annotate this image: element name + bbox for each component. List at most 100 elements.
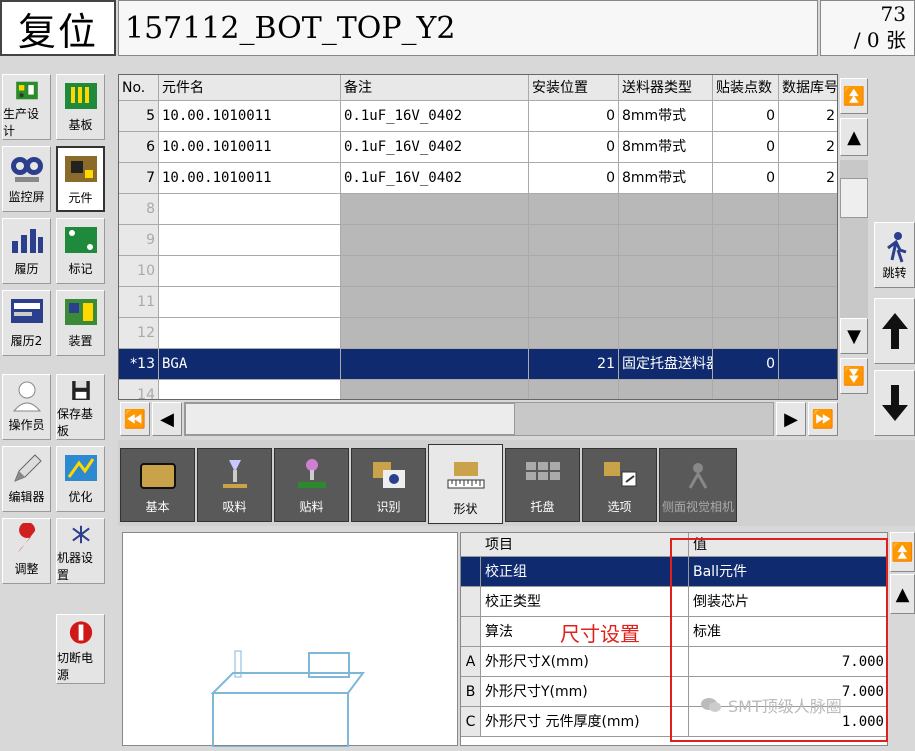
- table-cell-feeder[interactable]: 8mm带式: [619, 163, 713, 194]
- column-header[interactable]: 安装位置: [529, 75, 619, 101]
- vertical-scrollbar-track[interactable]: [840, 160, 868, 320]
- props-scroll-up-button[interactable]: ▲: [890, 574, 915, 614]
- table-cell-count[interactable]: [713, 256, 779, 287]
- table-cell-count[interactable]: [713, 380, 779, 399]
- table-cell-pos[interactable]: 0: [529, 163, 619, 194]
- sidebar-item-history[interactable]: 履历: [2, 218, 51, 284]
- table-cell-note[interactable]: [341, 318, 529, 349]
- table-cell-note[interactable]: 0.1uF_16V_0402: [341, 132, 529, 163]
- tab-side-view-camera[interactable]: 侧面视觉相机: [659, 448, 737, 522]
- horizontal-scrollbar-thumb[interactable]: [185, 403, 515, 435]
- table-cell-pos[interactable]: [529, 318, 619, 349]
- tab-recognition[interactable]: 识别: [351, 448, 426, 522]
- table-cell-note[interactable]: [341, 194, 529, 225]
- table-row[interactable]: 9: [119, 225, 837, 256]
- table-cell-note[interactable]: 0.1uF_16V_0402: [341, 101, 529, 132]
- table-cell-no[interactable]: 10: [119, 256, 159, 287]
- column-header[interactable]: 送料器类型: [619, 75, 713, 101]
- sidebar-item-operator[interactable]: 操作员: [2, 374, 51, 440]
- sidebar-item-editor[interactable]: 编辑器: [2, 446, 51, 512]
- table-cell-no[interactable]: 9: [119, 225, 159, 256]
- scroll-down-button[interactable]: ▼: [840, 318, 868, 354]
- table-cell-pos[interactable]: 0: [529, 101, 619, 132]
- column-header[interactable]: 备注: [341, 75, 529, 101]
- table-cell-pos[interactable]: 21: [529, 349, 619, 380]
- table-cell-name[interactable]: [159, 380, 341, 399]
- table-cell-no[interactable]: 12: [119, 318, 159, 349]
- table-cell-feeder[interactable]: [619, 194, 713, 225]
- table-cell-no[interactable]: 8: [119, 194, 159, 225]
- table-cell-name[interactable]: [159, 194, 341, 225]
- sidebar-item-component[interactable]: 元件: [56, 146, 105, 212]
- power-off-button[interactable]: 切断电源: [56, 614, 105, 684]
- table-cell-name[interactable]: BGA: [159, 349, 341, 380]
- table-cell-pos[interactable]: 0: [529, 132, 619, 163]
- sidebar-item-machine-settings[interactable]: 机器设置: [56, 518, 105, 584]
- table-cell-no[interactable]: 6: [119, 132, 159, 163]
- table-row[interactable]: 6 10.00.1010011 0.1uF_16V_0402 0 8mm带式 0 2: [119, 132, 837, 163]
- table-cell-no[interactable]: *13: [119, 349, 159, 380]
- sidebar-item-board[interactable]: 基板: [56, 74, 105, 140]
- table-row[interactable]: 5 10.00.1010011 0.1uF_16V_0402 0 8mm带式 0 2: [119, 101, 837, 132]
- table-cell-db[interactable]: [779, 225, 837, 256]
- vertical-scrollbar-thumb[interactable]: [840, 178, 868, 218]
- scroll-top-button[interactable]: ⏫: [840, 78, 868, 114]
- column-header[interactable]: 数据库号: [779, 75, 837, 101]
- horizontal-scrollbar-track[interactable]: [184, 402, 774, 436]
- reset-button[interactable]: 复位: [0, 0, 116, 56]
- table-cell-feeder[interactable]: 固定托盘送料器: [619, 349, 713, 380]
- table-cell-count[interactable]: [713, 318, 779, 349]
- sidebar-item-optimize[interactable]: 优化: [56, 446, 105, 512]
- table-row[interactable]: 10: [119, 256, 837, 287]
- table-cell-note[interactable]: [341, 287, 529, 318]
- table-cell-db[interactable]: 2: [779, 163, 837, 194]
- props-scroll-top-button[interactable]: ⏫: [890, 532, 915, 572]
- tab-placement[interactable]: 贴料: [274, 448, 349, 522]
- table-cell-feeder[interactable]: [619, 256, 713, 287]
- table-cell-count[interactable]: 0: [713, 349, 779, 380]
- tab-options[interactable]: 选项: [582, 448, 657, 522]
- table-cell-name[interactable]: [159, 256, 341, 287]
- table-cell-feeder[interactable]: 8mm带式: [619, 101, 713, 132]
- table-cell-pos[interactable]: [529, 256, 619, 287]
- table-row[interactable]: 11: [119, 287, 837, 318]
- table-cell-note[interactable]: [341, 256, 529, 287]
- tab-basic[interactable]: 基本: [120, 448, 195, 522]
- table-cell-no[interactable]: 14: [119, 380, 159, 399]
- jump-button[interactable]: 跳转: [874, 222, 915, 288]
- table-cell-count[interactable]: [713, 225, 779, 256]
- table-cell-name[interactable]: [159, 225, 341, 256]
- table-cell-name[interactable]: 10.00.1010011: [159, 101, 341, 132]
- sidebar-item-production-design[interactable]: 生产设计: [2, 74, 51, 140]
- column-header[interactable]: 贴装点数: [713, 75, 779, 101]
- table-cell-feeder[interactable]: 8mm带式: [619, 132, 713, 163]
- sidebar-item-device[interactable]: 装置: [56, 290, 105, 356]
- tab-tray[interactable]: 托盘: [505, 448, 580, 522]
- scroll-far-right-button[interactable]: ⏩: [808, 402, 838, 436]
- table-cell-pos[interactable]: [529, 225, 619, 256]
- table-cell-pos[interactable]: [529, 287, 619, 318]
- column-header[interactable]: No.: [119, 75, 159, 101]
- table-cell-name[interactable]: 10.00.1010011: [159, 132, 341, 163]
- table-cell-feeder[interactable]: [619, 287, 713, 318]
- table-cell-feeder[interactable]: [619, 225, 713, 256]
- tab-pickup[interactable]: 吸料: [197, 448, 272, 522]
- table-cell-db[interactable]: [779, 380, 837, 399]
- table-cell-no[interactable]: 11: [119, 287, 159, 318]
- table-cell-name[interactable]: 10.00.1010011: [159, 163, 341, 194]
- table-row[interactable]: 14: [119, 380, 837, 399]
- tab-shape[interactable]: 形状: [428, 444, 503, 524]
- move-up-button[interactable]: [874, 298, 915, 364]
- table-cell-db[interactable]: [779, 256, 837, 287]
- table-cell-name[interactable]: [159, 318, 341, 349]
- table-cell-no[interactable]: 5: [119, 101, 159, 132]
- table-cell-db[interactable]: 2: [779, 101, 837, 132]
- table-cell-db[interactable]: [779, 194, 837, 225]
- table-cell-name[interactable]: [159, 287, 341, 318]
- table-cell-note[interactable]: 0.1uF_16V_0402: [341, 163, 529, 194]
- scroll-far-left-button[interactable]: ⏪: [120, 402, 150, 436]
- table-cell-db[interactable]: [779, 318, 837, 349]
- table-cell-db[interactable]: [779, 349, 837, 380]
- column-header[interactable]: 元件名: [159, 75, 341, 101]
- table-cell-note[interactable]: [341, 225, 529, 256]
